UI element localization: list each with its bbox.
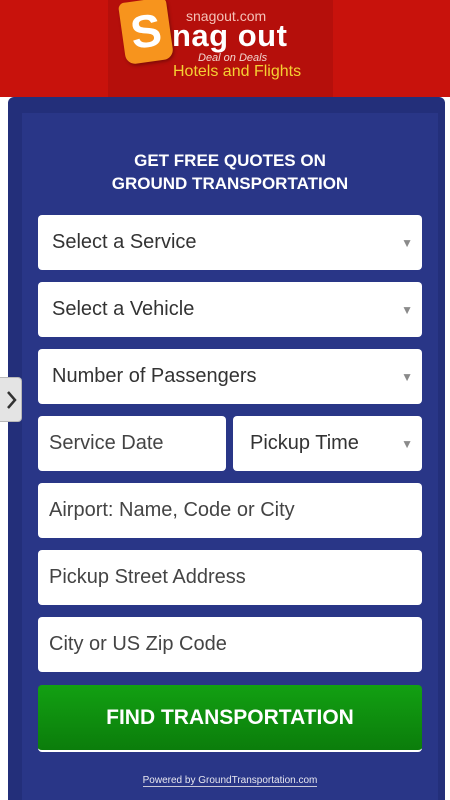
powered-by-text: Powered by GroundTransportation.com xyxy=(142,775,318,787)
triangle-down-icon: ▼ xyxy=(401,436,413,451)
city-zip-placeholder: City or US Zip Code xyxy=(49,633,227,655)
pickup-time-select[interactable]: Pickup Time ▼ xyxy=(233,416,422,471)
service-date-placeholder: Service Date xyxy=(49,432,164,454)
side-drawer-tab[interactable] xyxy=(0,377,22,422)
pickup-time-value: Pickup Time xyxy=(250,432,359,454)
find-transportation-button[interactable]: FIND TRANSPORTATION xyxy=(38,685,422,752)
powered-by-link[interactable]: Powered by GroundTransportation.com xyxy=(22,775,438,787)
logo-subtitle: Hotels and Flights xyxy=(173,63,302,80)
form-heading: GET FREE QUOTES ON GROUND TRANSPORTATION xyxy=(22,149,438,195)
airport-field[interactable]: Airport: Name, Code or City xyxy=(38,483,422,538)
triangle-down-icon: ▼ xyxy=(401,302,413,317)
pickup-address-field[interactable]: Pickup Street Address xyxy=(38,550,422,605)
logo-name: nag out xyxy=(172,18,288,53)
triangle-down-icon: ▼ xyxy=(401,235,413,250)
form-heading-line1: GET FREE QUOTES ON xyxy=(134,151,326,170)
service-select-value: Select a Service xyxy=(52,231,197,253)
logo-tag-icon: S xyxy=(117,0,175,66)
pickup-address-placeholder: Pickup Street Address xyxy=(49,566,246,588)
chevron-right-icon xyxy=(6,390,17,409)
passengers-select-value: Number of Passengers xyxy=(52,365,257,387)
service-select[interactable]: Select a Service ▼ xyxy=(38,215,422,270)
form-heading-line2: GROUND TRANSPORTATION xyxy=(111,174,349,193)
vehicle-select[interactable]: Select a Vehicle ▼ xyxy=(38,282,422,337)
logo-letter: S xyxy=(127,3,165,59)
service-date-field[interactable]: Service Date xyxy=(38,416,226,471)
city-zip-field[interactable]: City or US Zip Code xyxy=(38,617,422,672)
airport-placeholder: Airport: Name, Code or City xyxy=(49,499,295,521)
passengers-select[interactable]: Number of Passengers ▼ xyxy=(38,349,422,404)
header-bar: snagout.com S nag out Deal on Deals Hote… xyxy=(0,0,450,97)
find-transportation-label: FIND TRANSPORTATION xyxy=(106,705,354,729)
vehicle-select-value: Select a Vehicle xyxy=(52,298,195,320)
site-logo[interactable]: snagout.com S nag out Deal on Deals Hote… xyxy=(108,0,333,97)
triangle-down-icon: ▼ xyxy=(401,369,413,384)
